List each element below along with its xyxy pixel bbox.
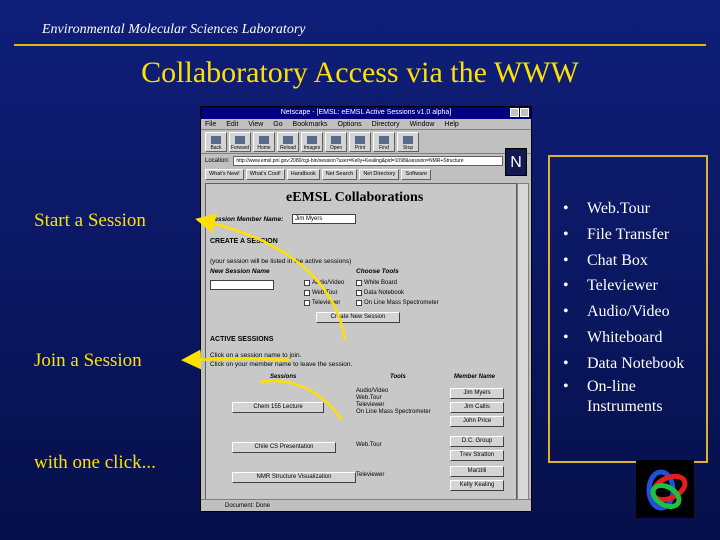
session-tools-list: Televiewer [356,472,385,478]
start-session-label: Start a Session [34,210,146,231]
reload-icon [283,136,293,144]
netscape-logo-icon: N [505,148,527,176]
back-icon [211,136,221,144]
feature-item: Web.Tour [560,196,684,222]
forward-button[interactable]: Forward [229,132,251,152]
menu-edit[interactable]: Edit [226,121,238,128]
member-name-input[interactable]: Jim Myers [292,214,356,224]
menu-bar: File Edit View Go Bookmarks Options Dire… [201,119,531,130]
menu-file[interactable]: File [205,121,216,128]
tool-checkbox-mass-spec[interactable]: On Line Mass Spectrometer [356,300,439,306]
page-title: eEMSL Collaborations [286,190,424,205]
forward-icon [235,136,245,144]
create-new-session-button[interactable]: Create New Session [316,312,400,323]
location-field[interactable]: http://www.emsl.pnl.gov:2080/cgi-bin/ses… [233,156,504,166]
tool-checkbox-data-notebook[interactable]: Data Notebook [356,290,404,296]
menu-window[interactable]: Window [410,121,435,128]
net-search-button[interactable]: Net Search [321,168,358,180]
stop-button[interactable]: Stop [397,132,419,152]
feature-item: Data Notebook [560,351,684,377]
directory-buttons: What's New! What's Cool! Handbook Net Se… [201,168,531,180]
page-content: eEMSL Collaborations Session Member Name… [205,183,517,501]
find-icon [379,136,389,144]
member-dc-group-button[interactable]: D.C. Group [450,436,504,447]
session-tools-list: Web.Tour [356,442,382,448]
reload-button[interactable]: Reload [277,132,299,152]
home-icon [259,136,269,144]
whats-new-button[interactable]: What's New! [205,168,244,180]
net-directory-button[interactable]: Net Directory [359,168,400,180]
stop-icon [403,136,413,144]
join-session-label: Join a Session [34,350,142,371]
member-trev-stratton-button[interactable]: Trev Stratton [450,450,504,461]
leave-note: Click on your member name to leave the s… [210,361,353,368]
location-row: Location: http://www.emsl.pnl.gov:2080/c… [201,148,531,176]
browser-toolbar: Back Forward Home Reload Images Open Pri… [201,130,531,154]
member-name-label: Session Member Name: [210,216,284,223]
software-button[interactable]: Software [401,168,432,180]
active-sessions-heading: ACTIVE SESSIONS [210,336,274,343]
location-label: Location: [205,158,230,164]
create-session-note: (your session will be listed in the acti… [210,258,352,265]
menu-bookmarks[interactable]: Bookmarks [293,121,328,128]
menu-go[interactable]: Go [273,121,282,128]
feature-item: Chat Box [560,248,684,274]
header-divider [14,44,706,46]
feature-item: File Transfer [560,222,684,248]
choose-tools-label: Choose Tools [356,268,399,275]
session-nmr-button[interactable]: NMR Structure Visualization [232,472,356,483]
status-bar: Document: Done [201,499,531,511]
col-member-header: Member Name [454,374,496,380]
netscape-window: Netscape - [EMSL: eEMSL Active Sessions … [200,106,532,512]
open-icon [331,136,341,144]
new-session-label: New Session Name [210,268,270,275]
session-tools-list: Audio/Video Web.Tour Televiewer On Line … [356,388,431,415]
member-jim-callis-button[interactable]: Jim Callis [450,402,504,413]
print-button[interactable]: Print [349,132,371,152]
handbook-button[interactable]: Handbook [286,168,320,180]
maximize-button[interactable] [520,108,529,117]
tool-checkbox-webtour[interactable]: Web.Tour [304,290,338,296]
menu-options[interactable]: Options [338,121,362,128]
whats-cool-button[interactable]: What's Cool! [245,168,285,180]
images-icon [307,136,317,144]
knot-logo-icon [646,469,688,511]
feature-item: Audio/Video [560,299,684,325]
tool-checkbox-whiteboard[interactable]: White Board [356,280,397,286]
feature-item: Whiteboard [560,325,684,351]
menu-view[interactable]: View [248,121,263,128]
new-session-input[interactable] [210,280,274,290]
slide-title: Collaboratory Access via the WWW [141,56,579,89]
member-john-price-button[interactable]: John Price [450,416,504,427]
member-kelly-kealing-button[interactable]: Kelly Kealing [450,480,504,491]
tool-checkbox-audio-video[interactable]: Audio/Video [304,280,344,286]
member-marzilli-button[interactable]: Marzilli [450,466,504,477]
feature-item: On-line Instruments [560,377,680,417]
create-session-heading: CREATE A SESSION [210,238,278,245]
menu-directory[interactable]: Directory [372,121,400,128]
images-button[interactable]: Images [301,132,323,152]
lab-name: Environmental Molecular Sciences Laborat… [42,22,306,37]
col-sessions-header: Sessions [270,374,297,380]
find-button[interactable]: Find [373,132,395,152]
feature-list: Web.Tour File Transfer Chat Box Teleview… [560,196,684,417]
tool-checkbox-televiewer[interactable]: Televiewer [304,300,340,306]
window-title: Netscape - [EMSL: eEMSL Active Sessions … [280,109,452,116]
minimize-button[interactable] [510,108,519,117]
session-chile-button[interactable]: Chile CS Presentation [232,442,336,453]
feature-item: Televiewer [560,273,684,299]
open-button[interactable]: Open [325,132,347,152]
window-titlebar: Netscape - [EMSL: eEMSL Active Sessions … [201,107,531,119]
col-tools-header: Tools [390,374,406,380]
one-click-label: with one click... [34,452,156,473]
emsl-logo [636,460,694,518]
join-note: Click on a session name to join. [210,352,302,359]
session-chem155-button[interactable]: Chem 155 Lecture [232,402,324,413]
menu-help[interactable]: Help [444,121,458,128]
home-button[interactable]: Home [253,132,275,152]
back-button[interactable]: Back [205,132,227,152]
print-icon [355,136,365,144]
vertical-scrollbar[interactable] [517,183,529,501]
member-jim-myers-button[interactable]: Jim Myers [450,388,504,399]
